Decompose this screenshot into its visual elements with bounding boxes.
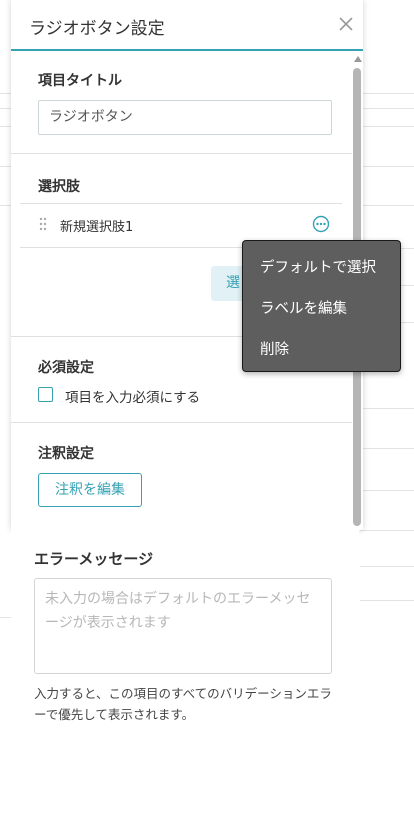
choices-heading: 選択肢 xyxy=(38,179,80,195)
error-message-section: エラーメッセージ 未入力の場合はデフォルトのエラーメッセージが表示されます 入力… xyxy=(11,530,359,740)
item-title-input[interactable]: ラジオボタン xyxy=(38,100,332,135)
drag-handle-icon[interactable] xyxy=(39,217,47,231)
required-heading: 必須設定 xyxy=(38,360,94,376)
menu-item-set-default[interactable]: デフォルトで選択 xyxy=(260,256,376,277)
error-message-textarea[interactable]: 未入力の場合はデフォルトのエラーメッセージが表示されます xyxy=(34,578,332,674)
required-checkbox-label[interactable]: 項目を入力必須にする xyxy=(65,386,200,406)
divider xyxy=(11,153,352,154)
close-icon[interactable] xyxy=(337,15,355,33)
annotation-heading: 注釈設定 xyxy=(38,446,94,462)
required-checkbox[interactable] xyxy=(38,387,53,402)
error-message-help-text: 入力すると、この項目のすべてのバリデーションエラーで優先して表示されます。 xyxy=(34,686,332,722)
scroll-up-arrow-icon[interactable] xyxy=(354,56,362,62)
menu-item-delete[interactable]: 削除 xyxy=(260,338,289,359)
divider xyxy=(11,422,352,423)
divider xyxy=(20,203,342,204)
choice-option-label[interactable]: 新規選択肢1 xyxy=(60,216,133,235)
panel-header: ラジオボタン設定 xyxy=(11,0,363,51)
choice-context-menu: デフォルトで選択 ラベルを編集 削除 xyxy=(242,240,401,372)
more-options-icon[interactable] xyxy=(312,215,330,233)
edit-annotation-button[interactable]: 注釈を編集 xyxy=(38,473,142,507)
item-title-heading: 項目タイトル xyxy=(38,73,122,89)
panel-title: ラジオボタン設定 xyxy=(29,19,165,39)
error-message-heading: エラーメッセージ xyxy=(34,550,154,568)
menu-item-edit-label[interactable]: ラベルを編集 xyxy=(260,297,347,318)
